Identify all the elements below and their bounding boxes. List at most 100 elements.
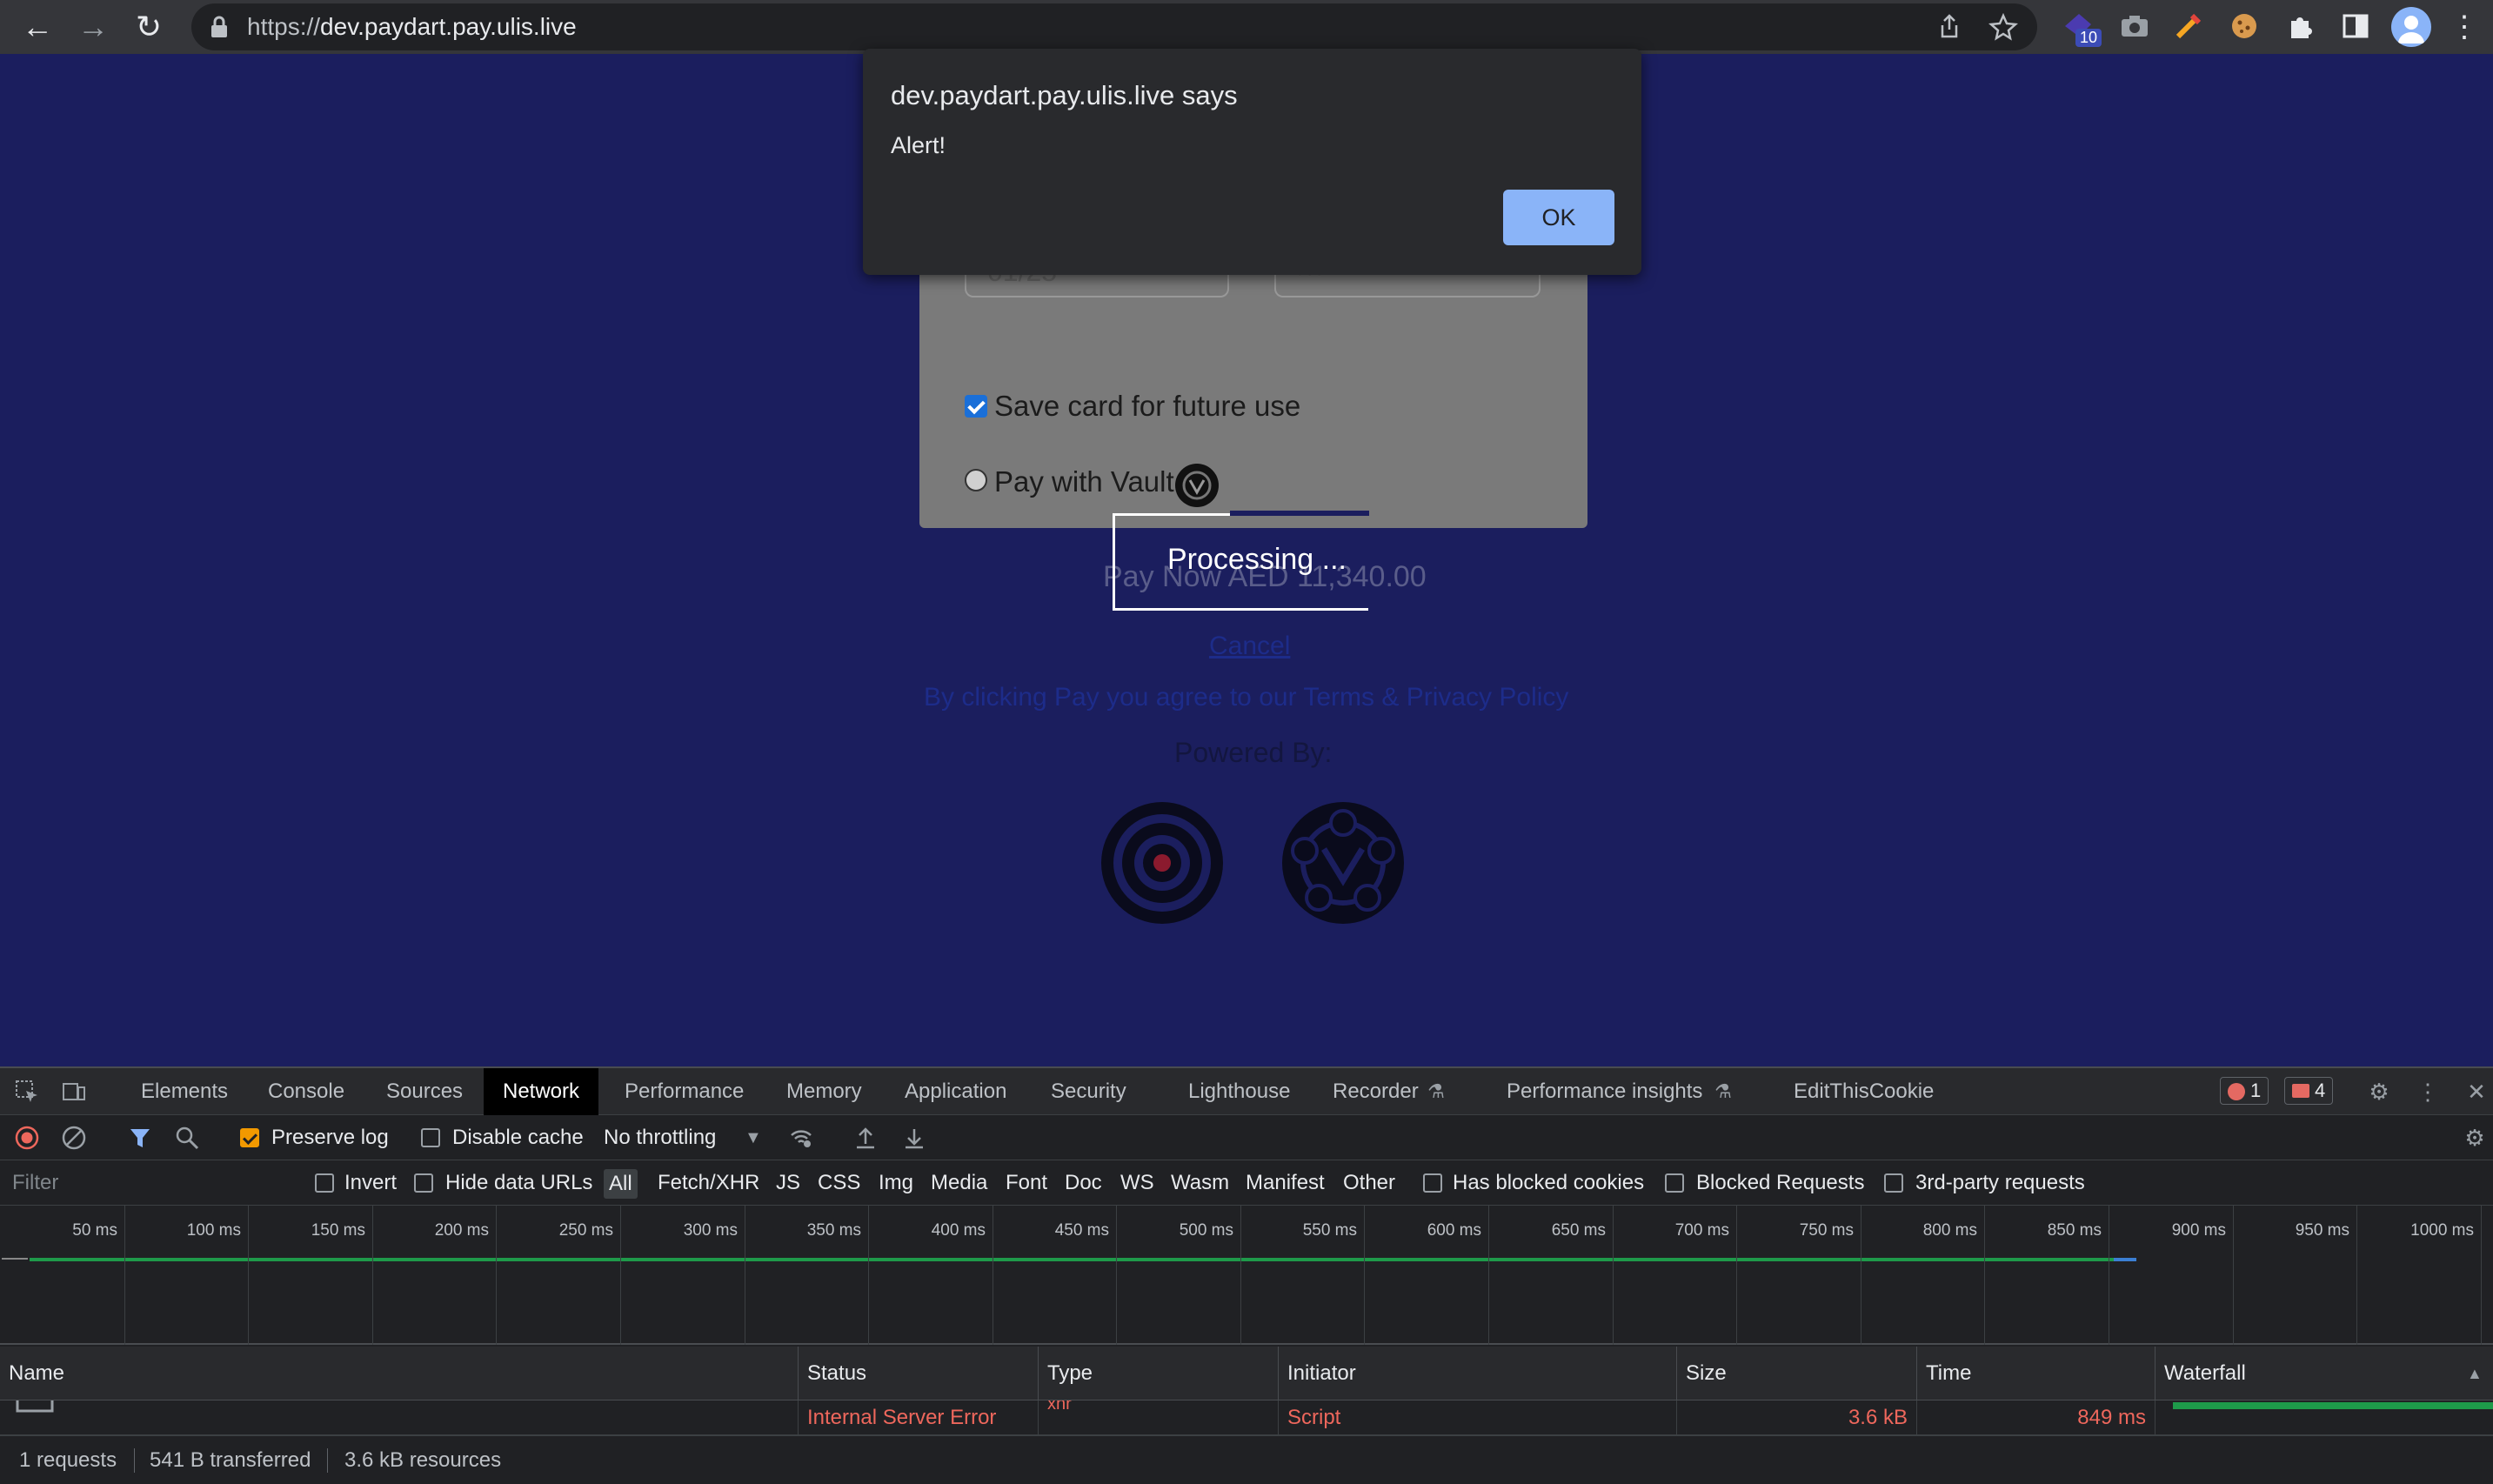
import-har-icon[interactable] [852, 1125, 879, 1151]
summary-requests: 1 requests [19, 1448, 117, 1472]
processing-overlay-gap [1230, 511, 1369, 516]
summary-divider [134, 1448, 135, 1473]
timeline-gridline [620, 1206, 621, 1345]
share-icon[interactable] [1935, 12, 1964, 42]
cancel-link[interactable]: Cancel [1209, 632, 1290, 661]
has-blocked-cookies-checkbox[interactable] [1423, 1173, 1442, 1193]
profile-avatar[interactable] [2391, 7, 2431, 47]
invert-checkbox[interactable] [315, 1173, 334, 1193]
column-name[interactable]: Name [0, 1347, 799, 1400]
filter-type-other[interactable]: Other [1343, 1160, 1395, 1206]
bookmark-star-icon[interactable] [1988, 12, 2018, 42]
clear-icon[interactable] [61, 1125, 87, 1151]
column-type[interactable]: Type [1039, 1347, 1279, 1400]
tab-editthiscookie[interactable]: EditThisCookie [1792, 1068, 1935, 1115]
side-panel-icon[interactable] [2338, 9, 2373, 43]
extensions-puzzle-icon[interactable] [2282, 9, 2317, 43]
camera-icon[interactable] [2117, 9, 2152, 43]
column-initiator[interactable]: Initiator [1279, 1347, 1677, 1400]
filter-type-img[interactable]: Img [879, 1160, 913, 1206]
filter-type-css[interactable]: CSS [818, 1160, 860, 1206]
cookie-icon[interactable] [2227, 9, 2262, 43]
tab-memory[interactable]: Memory [785, 1068, 864, 1115]
network-summary-bar: 1 requests 541 B transferred 3.6 kB reso… [0, 1435, 2493, 1484]
filter-type-fetch-xhr[interactable]: Fetch/XHR [658, 1160, 759, 1206]
color-picker-icon[interactable] [2171, 9, 2206, 43]
filter-input[interactable]: Filter [3, 1167, 291, 1199]
tab-network[interactable]: Network [484, 1068, 599, 1115]
tab-console[interactable]: Console [266, 1068, 346, 1115]
record-stop-icon[interactable] [14, 1125, 40, 1151]
hide-data-urls-label: Hide data URLs [445, 1171, 593, 1194]
save-card-checkbox[interactable] [965, 395, 987, 418]
filter-type-all[interactable]: All [604, 1169, 638, 1199]
request-initiator-link[interactable]: Script [1279, 1400, 1677, 1435]
browser-menu-icon[interactable]: ⋮ [2443, 5, 2486, 49]
tab-recorder[interactable]: Recorder [1331, 1068, 1420, 1115]
filter-type-wasm[interactable]: Wasm [1171, 1160, 1229, 1206]
reload-icon[interactable]: ↻ [127, 5, 170, 49]
filter-funnel-icon[interactable] [127, 1125, 153, 1151]
filter-type-font[interactable]: Font [1006, 1160, 1047, 1206]
chevron-down-icon[interactable]: ▼ [745, 1115, 762, 1160]
close-devtools-icon[interactable]: ✕ [2463, 1079, 2490, 1105]
network-overview-timeline[interactable]: 50 ms 100 ms 150 ms 200 ms 250 ms 300 ms 350 m… [0, 1206, 2493, 1345]
tab-performance[interactable]: Performance [623, 1068, 745, 1115]
tab-elements[interactable]: Elements [139, 1068, 230, 1115]
request-name-cell [0, 1400, 799, 1435]
device-toolbar-icon[interactable] [61, 1079, 87, 1105]
timeline-gridline [2481, 1206, 2482, 1345]
filter-type-js[interactable]: JS [776, 1160, 800, 1206]
network-toolbar: Preserve log Disable cache No throttling… [0, 1115, 2493, 1160]
disable-cache-checkbox[interactable] [421, 1128, 440, 1147]
timeline-gridline [372, 1206, 373, 1345]
timeline-tick-label: 150 ms [311, 1221, 365, 1240]
preserve-log-checkbox[interactable] [240, 1128, 259, 1147]
timeline-request-bar [30, 1258, 2135, 1261]
issue-count-badge[interactable]: 4 [2284, 1077, 2334, 1105]
column-waterfall[interactable]: Waterfall [2155, 1347, 2493, 1400]
column-time[interactable]: Time [1917, 1347, 2155, 1400]
back-arrow-icon[interactable]: ← [16, 5, 59, 49]
throttling-select[interactable]: No throttling [604, 1115, 716, 1160]
settings-gear-icon[interactable]: ⚙ [2366, 1079, 2392, 1105]
tab-security[interactable]: Security [1049, 1068, 1128, 1115]
filter-type-media[interactable]: Media [931, 1160, 987, 1206]
tab-application[interactable]: Application [903, 1068, 1008, 1115]
search-icon[interactable] [174, 1125, 200, 1151]
alert-ok-button[interactable]: OK [1503, 190, 1614, 245]
url-text[interactable]: https://dev.paydart.pay.ulis.live [247, 3, 577, 50]
filter-type-ws[interactable]: WS [1120, 1160, 1154, 1206]
timeline-tick-label: 900 ms [2171, 1221, 2226, 1240]
inspect-element-icon[interactable] [14, 1079, 40, 1105]
alert-title: dev.paydart.pay.ulis.live says [891, 80, 1238, 110]
export-har-icon[interactable] [901, 1125, 927, 1151]
table-row[interactable]: Internal Server Error xhr Script 3.6 kB … [0, 1400, 2493, 1435]
column-size[interactable]: Size [1677, 1347, 1917, 1400]
forward-arrow-icon[interactable]: → [71, 5, 115, 49]
error-count-badge[interactable]: 1 [2220, 1077, 2269, 1105]
extension-badge-icon[interactable]: 10 [2062, 9, 2102, 47]
hide-data-urls-checkbox[interactable] [414, 1173, 433, 1193]
vault-logo-icon [1175, 464, 1219, 507]
column-status[interactable]: Status [799, 1347, 1039, 1400]
sort-ascending-icon[interactable]: ▲ [2467, 1347, 2483, 1400]
powered-by-label: Powered By: [1174, 737, 1333, 768]
vault-radio[interactable] [965, 469, 987, 491]
filter-type-manifest[interactable]: Manifest [1246, 1160, 1325, 1206]
address-bar[interactable]: https://dev.paydart.pay.ulis.live [191, 3, 2037, 50]
tab-performance-insights[interactable]: Performance insights [1505, 1068, 1704, 1115]
request-type-cell: xhr [1039, 1400, 1279, 1435]
timeline-tick-label: 350 ms [806, 1221, 861, 1240]
timeline-gridline [1240, 1206, 1241, 1345]
network-conditions-icon[interactable] [788, 1125, 814, 1151]
tab-lighthouse[interactable]: Lighthouse [1186, 1068, 1292, 1115]
network-settings-gear-icon[interactable]: ⚙ [2462, 1125, 2488, 1151]
third-party-checkbox[interactable] [1884, 1173, 1903, 1193]
blocked-requests-checkbox[interactable] [1665, 1173, 1684, 1193]
terms-text: By clicking Pay you agree to our Terms &… [924, 683, 1569, 712]
tab-sources[interactable]: Sources [384, 1068, 465, 1115]
more-options-icon[interactable]: ⋮ [2415, 1079, 2441, 1105]
filter-type-doc[interactable]: Doc [1065, 1160, 1102, 1206]
vault-label: Pay with Vault [994, 465, 1174, 498]
